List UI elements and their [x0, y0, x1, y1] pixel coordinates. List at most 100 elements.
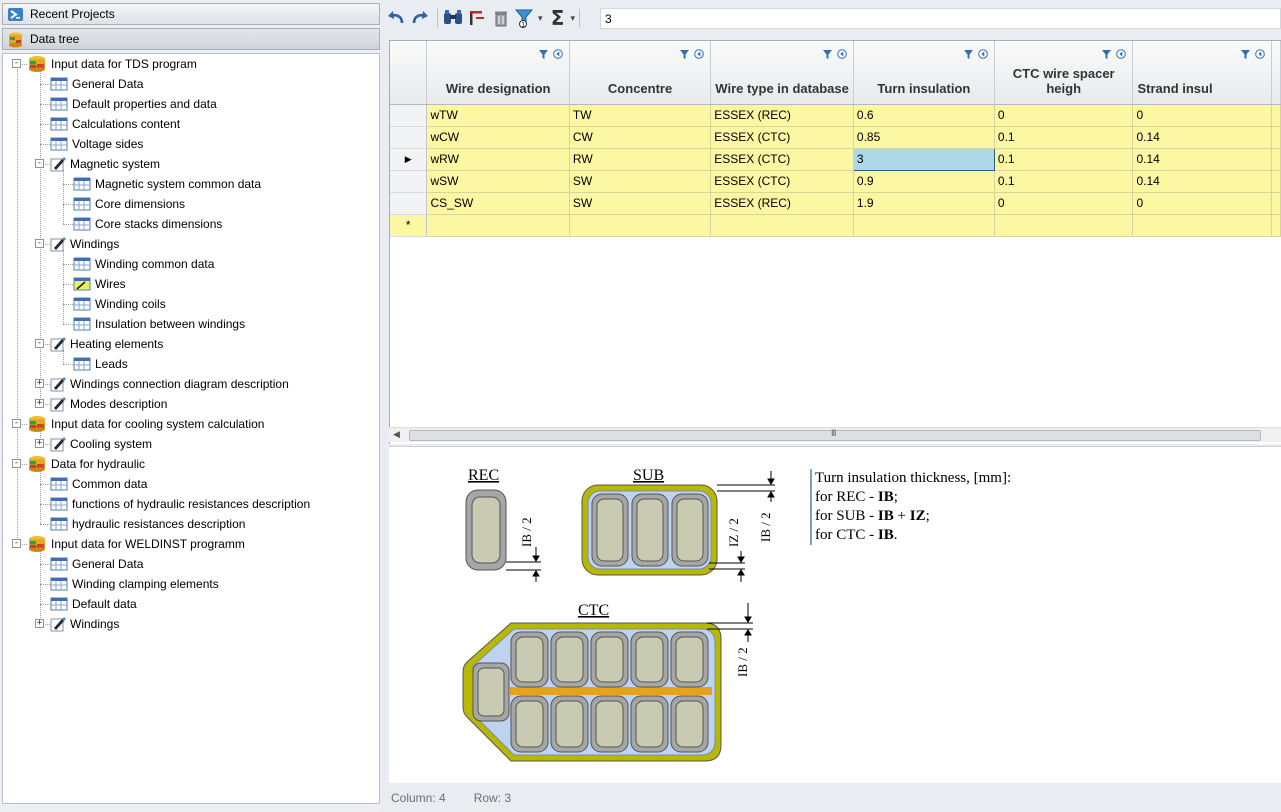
- column-sort-icon[interactable]: [1255, 47, 1265, 62]
- table-cell[interactable]: [853, 214, 995, 237]
- undo-icon[interactable]: [385, 7, 407, 29]
- table-cell[interactable]: 0.85: [853, 126, 995, 149]
- table-cell[interactable]: [426, 214, 570, 237]
- table-cell[interactable]: ESSEX (CTC): [710, 148, 854, 171]
- new-row-marker[interactable]: *: [390, 214, 428, 237]
- tree-node[interactable]: Default data: [50, 594, 137, 614]
- tree-node[interactable]: Windings: [50, 614, 119, 634]
- new-row[interactable]: *: [390, 214, 1281, 237]
- column-filter-icon[interactable]: [822, 47, 832, 62]
- column-sort-icon[interactable]: [1116, 47, 1127, 62]
- tree-node[interactable]: Insulation between windings: [73, 314, 245, 334]
- table-cell[interactable]: 0.14: [1132, 126, 1272, 149]
- tree-node[interactable]: Voltage sides: [50, 134, 143, 154]
- expand-icon[interactable]: +: [35, 379, 44, 388]
- tree-node[interactable]: Input data for WELDINST programm: [27, 534, 245, 554]
- table-cell[interactable]: 0: [1132, 104, 1272, 127]
- table-cell[interactable]: wRW: [426, 148, 570, 171]
- table-cell[interactable]: 0.14: [1132, 148, 1272, 171]
- tree-node[interactable]: Default properties and data: [50, 94, 217, 114]
- trash-icon[interactable]: [490, 7, 512, 29]
- tree-node[interactable]: Core dimensions: [73, 194, 185, 214]
- table-row[interactable]: CS_SW SW ESSEX (REC) 1.9 0 0: [390, 192, 1281, 215]
- table-cell[interactable]: [994, 214, 1134, 237]
- tree-node[interactable]: Wires: [73, 274, 126, 294]
- table-cell[interactable]: 0.1: [994, 148, 1134, 171]
- row-header[interactable]: [390, 126, 428, 149]
- filter-dropdown-icon[interactable]: ▾: [538, 13, 543, 24]
- table-row[interactable]: ▶ wRW RW ESSEX (CTC) 3 0.1 0.14: [390, 147, 1281, 171]
- table-cell[interactable]: wCW: [426, 126, 570, 149]
- expand-icon[interactable]: +: [35, 619, 44, 628]
- recent-projects-button[interactable]: Recent Projects: [2, 3, 380, 25]
- table-cell[interactable]: ESSEX (REC): [710, 192, 854, 215]
- table-cell[interactable]: wTW: [426, 104, 570, 127]
- tree-node[interactable]: Magnetic system common data: [73, 174, 261, 194]
- column-header[interactable]: Turn insulation: [853, 41, 995, 105]
- collapse-icon[interactable]: -: [12, 59, 21, 68]
- column-header[interactable]: Wire type in database: [710, 41, 854, 105]
- table-cell[interactable]: 1.9: [853, 192, 995, 215]
- column-filter-icon[interactable]: [680, 47, 690, 62]
- scroll-left-icon[interactable]: ◀: [393, 429, 400, 440]
- tree-node[interactable]: Magnetic system: [50, 154, 160, 174]
- row-header[interactable]: ▶: [390, 148, 428, 171]
- binoculars-icon[interactable]: [442, 7, 464, 29]
- table-cell[interactable]: ESSEX (CTC): [710, 126, 854, 149]
- redo-icon[interactable]: [409, 7, 431, 29]
- sum-dropdown-icon[interactable]: ▾: [571, 13, 576, 24]
- tree-node[interactable]: Winding common data: [73, 254, 214, 274]
- table-cell[interactable]: 0.14: [1132, 170, 1272, 193]
- column-header[interactable]: Concentre: [569, 41, 712, 105]
- tree-node[interactable]: Heating elements: [50, 334, 163, 354]
- column-sort-icon[interactable]: [837, 47, 847, 62]
- cell-value-input[interactable]: [600, 8, 1281, 29]
- table-cell[interactable]: RW: [569, 148, 712, 171]
- row-header[interactable]: [390, 170, 428, 193]
- column-sort-icon[interactable]: [694, 47, 705, 62]
- table-row[interactable]: wSW SW ESSEX (CTC) 0.9 0.1 0.14: [390, 170, 1281, 193]
- collapse-icon[interactable]: -: [12, 539, 21, 548]
- row-header[interactable]: [390, 192, 428, 215]
- tree-node[interactable]: Cooling system: [50, 434, 152, 454]
- table-cell[interactable]: ESSEX (CTC): [710, 170, 854, 193]
- column-sort-icon[interactable]: [978, 47, 988, 62]
- column-filter-icon[interactable]: [963, 47, 973, 62]
- expand-icon[interactable]: +: [35, 439, 44, 448]
- tree-node[interactable]: Leads: [73, 354, 128, 374]
- tree-node[interactable]: Common data: [50, 474, 147, 494]
- table-cell[interactable]: ESSEX (REC): [710, 104, 854, 127]
- tree-node[interactable]: Winding coils: [73, 294, 166, 314]
- filter-clear-icon[interactable]: [466, 7, 488, 29]
- data-tree-button[interactable]: Data tree: [2, 28, 380, 50]
- table-cell[interactable]: [1271, 214, 1281, 237]
- tree-node[interactable]: Windings connection diagram description: [50, 374, 289, 394]
- tree-node[interactable]: Input data for cooling system calculatio…: [27, 414, 264, 434]
- column-filter-icon[interactable]: [1102, 47, 1112, 62]
- tree-node[interactable]: hydraulic resistances description: [50, 514, 245, 534]
- table-cell[interactable]: 0.1: [994, 126, 1134, 149]
- collapse-icon[interactable]: -: [12, 459, 21, 468]
- table-cell[interactable]: [569, 214, 712, 237]
- tree-node[interactable]: Modes description: [50, 394, 167, 414]
- table-cell[interactable]: wSW: [426, 170, 570, 193]
- column-header[interactable]: Wire designation: [426, 41, 570, 105]
- table-cell[interactable]: 0.6: [853, 104, 995, 127]
- collapse-icon[interactable]: -: [35, 239, 44, 248]
- tree-node[interactable]: General Data: [50, 74, 143, 94]
- table-cell[interactable]: 0: [994, 104, 1134, 127]
- row-header[interactable]: [390, 104, 428, 127]
- filter-icon[interactable]: 1: [514, 7, 536, 29]
- table-cell[interactable]: TW: [569, 104, 712, 127]
- column-filter-icon[interactable]: [538, 47, 548, 62]
- column-filter-icon[interactable]: [1241, 47, 1250, 62]
- tree-node[interactable]: Core stacks dimensions: [73, 214, 222, 234]
- collapse-icon[interactable]: -: [12, 419, 21, 428]
- table-cell[interactable]: 0.1: [994, 170, 1134, 193]
- column-header[interactable]: Strand insul: [1132, 41, 1272, 105]
- table-row[interactable]: wTW TW ESSEX (REC) 0.6 0 0: [390, 104, 1281, 127]
- expand-icon[interactable]: +: [35, 399, 44, 408]
- tree-node[interactable]: Windings: [50, 234, 119, 254]
- column-header[interactable]: CTC wire spacer heigh: [994, 41, 1134, 105]
- table-cell[interactable]: 0: [994, 192, 1134, 215]
